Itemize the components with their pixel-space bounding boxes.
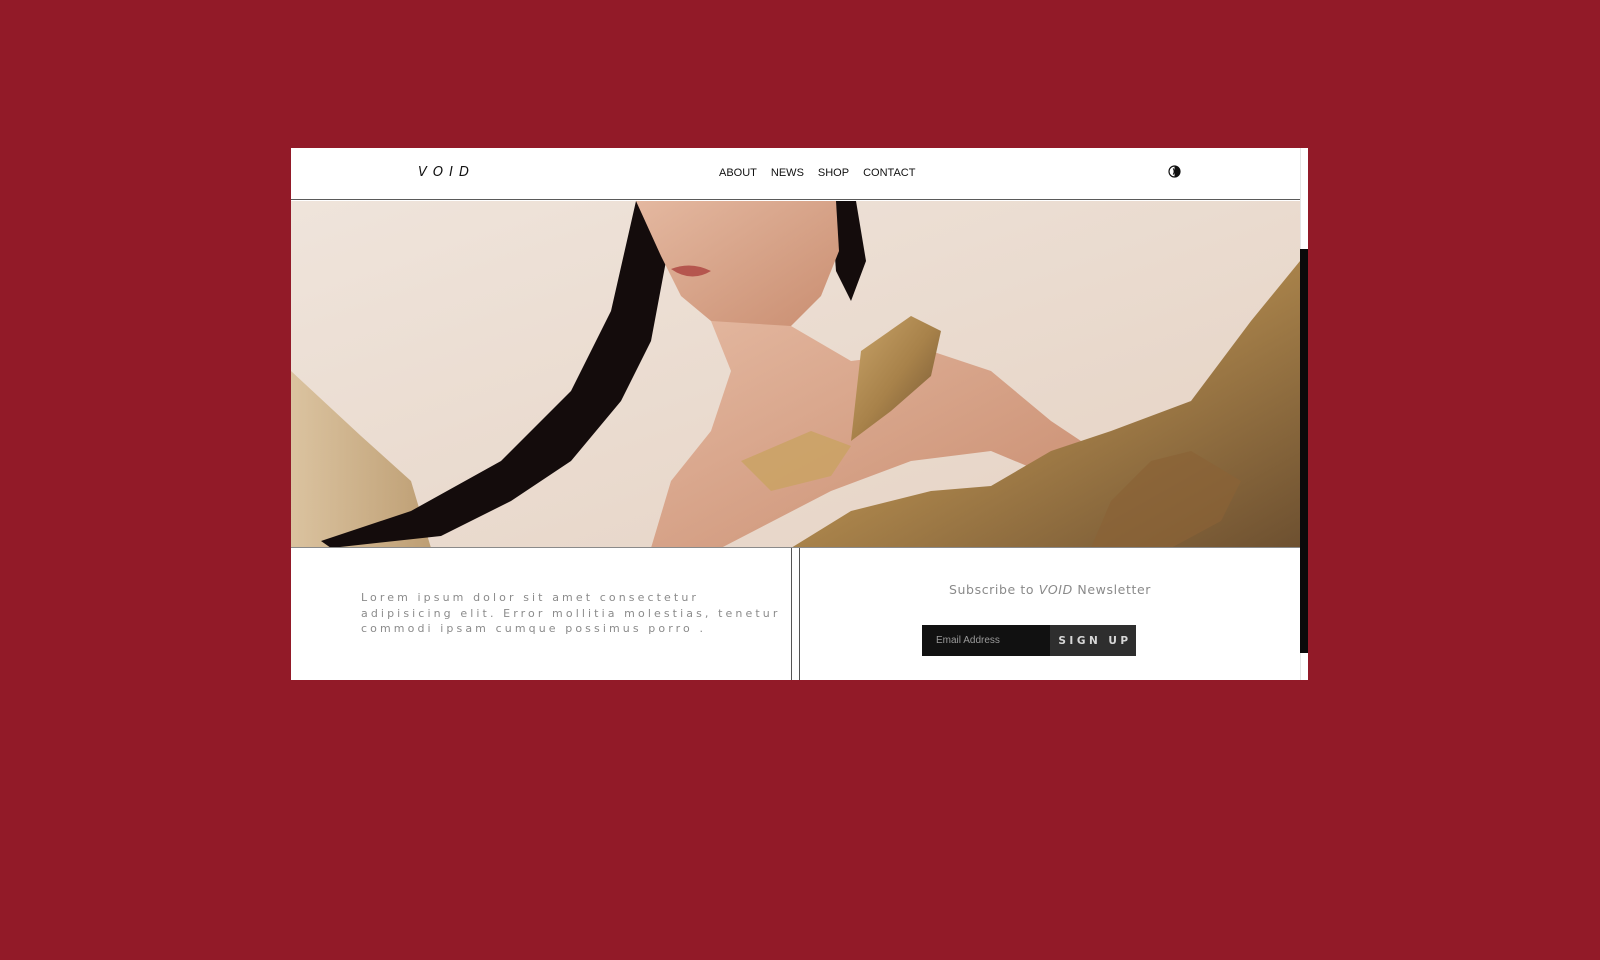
intro-text: Lorem ipsum dolor sit amet consectetur a… — [361, 591, 781, 635]
email-input[interactable] — [922, 625, 1050, 656]
nav-about[interactable]: ABOUT — [719, 167, 757, 179]
site-header: VOID ABOUT NEWS SHOP CONTACT — [291, 148, 1300, 200]
newsletter-form: SIGN UP — [922, 625, 1136, 656]
newsletter-title: Subscribe to VOID Newsletter — [800, 582, 1300, 597]
newsletter-title-prefix: Subscribe to — [949, 582, 1039, 597]
nav-contact[interactable]: CONTACT — [863, 167, 915, 179]
sign-up-button[interactable]: SIGN UP — [1050, 625, 1136, 656]
newsletter-title-brand: VOID — [1038, 582, 1073, 597]
main-nav: ABOUT NEWS SHOP CONTACT — [719, 167, 915, 179]
logo[interactable]: VOID — [418, 165, 475, 180]
intro-section: Lorem ipsum dolor sit amet consectetur a… — [291, 548, 791, 680]
contrast-icon[interactable] — [1168, 165, 1181, 178]
nav-news[interactable]: NEWS — [771, 167, 804, 179]
hero-image — [291, 201, 1300, 548]
newsletter-title-suffix: Newsletter — [1072, 582, 1151, 597]
nav-shop[interactable]: SHOP — [818, 167, 849, 179]
site-window: VOID ABOUT NEWS SHOP CONTACT Lorem ipsum… — [291, 148, 1308, 680]
column-divider — [791, 548, 792, 680]
scrollbar-thumb[interactable] — [1300, 249, 1308, 653]
newsletter-section: Subscribe to VOID Newsletter SIGN UP — [800, 548, 1300, 680]
